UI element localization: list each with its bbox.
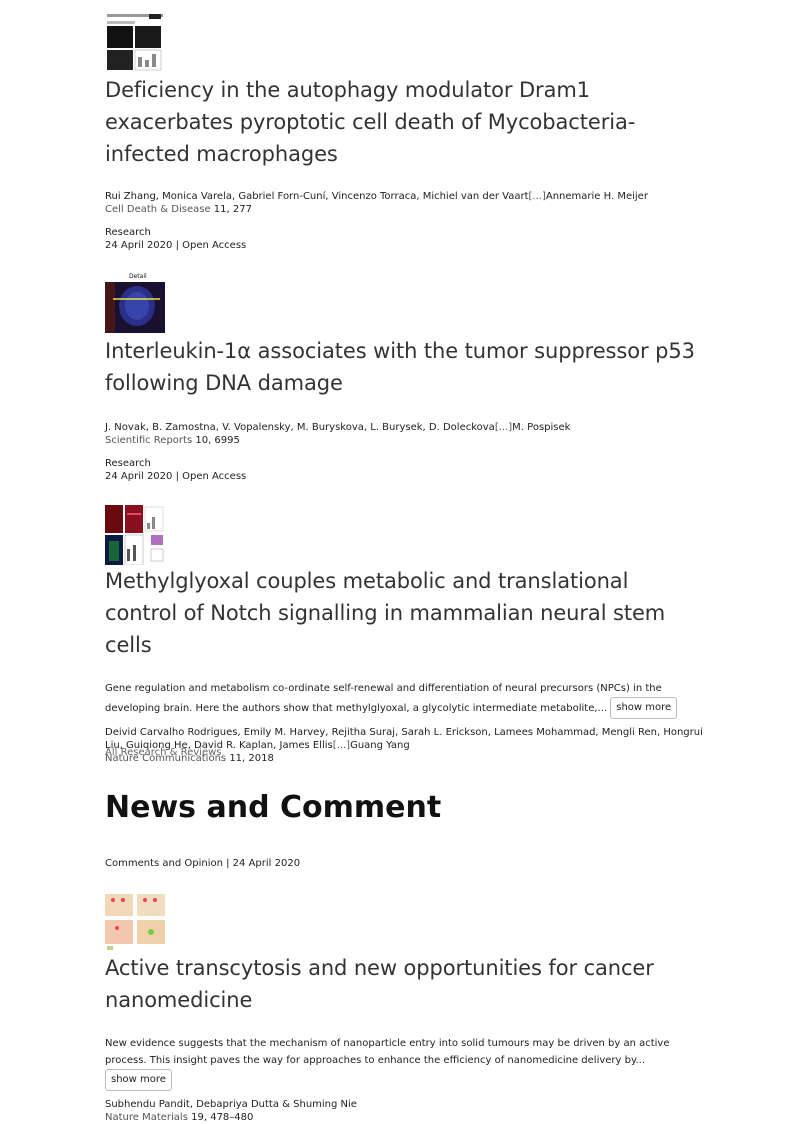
figure-image — [105, 892, 165, 952]
article-thumbnail[interactable] — [105, 892, 165, 952]
article-item: Detail Interleukin-1α associates with th… — [105, 273, 705, 483]
article-thumbnail[interactable] — [105, 12, 165, 72]
article-authors: J. Novak, B. Zamostna, V. Vopalensky, M.… — [105, 421, 705, 434]
section-heading: News and Comment — [105, 790, 442, 825]
journal-link[interactable]: Scientific Reports — [105, 435, 192, 446]
article-thumbnail[interactable]: Detail — [105, 273, 165, 333]
show-more-button[interactable]: show more — [105, 1069, 172, 1091]
article-description: Gene regulation and metabolism co-ordina… — [105, 680, 705, 719]
article-item: Active transcytosis and new opportunitie… — [105, 892, 705, 1124]
figure-image — [105, 12, 165, 72]
authors-ellipsis[interactable]: [...] — [529, 191, 546, 202]
journal-link[interactable]: Nature Materials — [105, 1112, 188, 1123]
news-meta: Comments and Opinion | 24 April 2020 — [105, 858, 301, 869]
journal-volume: 11, 2018 — [229, 753, 274, 764]
authors-list: J. Novak, B. Zamostna, V. Vopalensky, M.… — [105, 422, 495, 433]
article-journal: Nature Materials 19, 478–480 — [105, 1111, 705, 1124]
authors-ellipsis[interactable]: [...] — [333, 740, 350, 751]
authors-last: M. Pospisek — [512, 422, 571, 433]
article-journal: Cell Death & Disease 11, 277 — [105, 203, 705, 216]
article-date: 24 April 2020 | Open Access — [105, 240, 247, 251]
article-description: New evidence suggests that the mechanism… — [105, 1035, 705, 1091]
figure-image — [105, 505, 165, 565]
article-thumbnail[interactable] — [105, 505, 165, 565]
article-title[interactable]: Deficiency in the autophagy modulator Dr… — [105, 74, 705, 170]
article-type: Research — [105, 227, 151, 238]
thumbnail-label: Detail — [129, 273, 147, 280]
authors-list: Rui Zhang, Monica Varela, Gabriel Forn-C… — [105, 191, 529, 202]
journal-volume: 10, 6995 — [195, 435, 240, 446]
authors-last: Guang Yang — [350, 740, 410, 751]
article-title[interactable]: Methylglyoxal couples metabolic and tran… — [105, 565, 705, 661]
description-text: Gene regulation and metabolism co-ordina… — [105, 683, 662, 714]
article-title[interactable]: Interleukin-1α associates with the tumor… — [105, 335, 705, 399]
journal-link[interactable]: Cell Death & Disease — [105, 204, 211, 215]
article-authors: Subhendu Pandit, Debapriya Dutta & Shumi… — [105, 1099, 357, 1110]
article-date: 24 April 2020 | Open Access — [105, 471, 247, 482]
show-more-button[interactable]: show more — [610, 697, 678, 719]
authors-last: Annemarie H. Meijer — [545, 191, 648, 202]
article-item: Methylglyoxal couples metabolic and tran… — [105, 505, 705, 765]
journal-volume: 11, 277 — [213, 204, 252, 215]
article-item: Deficiency in the autophagy modulator Dr… — [105, 12, 705, 252]
description-text: New evidence suggests that the mechanism… — [105, 1038, 670, 1066]
figure-image — [105, 273, 165, 333]
authors-ellipsis[interactable]: [...] — [495, 422, 512, 433]
article-type: Research — [105, 458, 151, 469]
journal-volume: 19, 478–480 — [191, 1112, 254, 1123]
article-title[interactable]: Active transcytosis and new opportunitie… — [105, 952, 705, 1016]
all-research-link[interactable]: All Research & Reviews — [105, 747, 222, 758]
article-authors: Rui Zhang, Monica Varela, Gabriel Forn-C… — [105, 190, 705, 203]
article-journal: Scientific Reports 10, 6995 — [105, 434, 705, 447]
